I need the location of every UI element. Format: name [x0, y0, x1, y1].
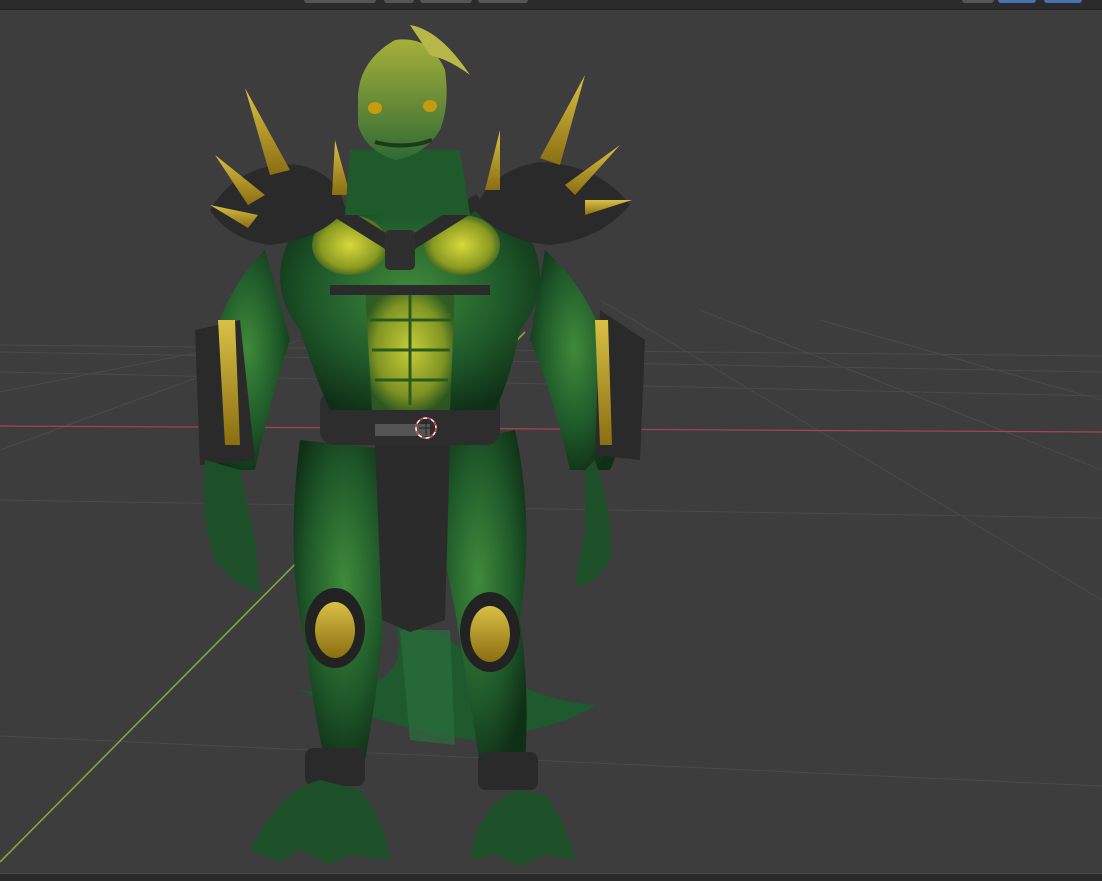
proportional-edit-toggle[interactable]: [478, 0, 528, 3]
3d-cursor-icon[interactable]: [415, 417, 437, 439]
xray-toggle[interactable]: [1044, 0, 1082, 3]
overlay-dropdown[interactable]: [962, 0, 994, 3]
viewport-header: [0, 0, 1102, 10]
gizmo-toggle[interactable]: [998, 0, 1036, 3]
x-axis-line: [0, 425, 1102, 433]
viewport-shading-icon[interactable]: [384, 0, 414, 3]
viewport-footer: [0, 873, 1102, 881]
3d-viewport[interactable]: [0, 0, 1102, 881]
viewport-canvas[interactable]: [0, 0, 1102, 881]
snap-toggle[interactable]: [420, 0, 472, 3]
mode-dropdown[interactable]: [304, 0, 376, 3]
character-model[interactable]: [195, 25, 645, 866]
